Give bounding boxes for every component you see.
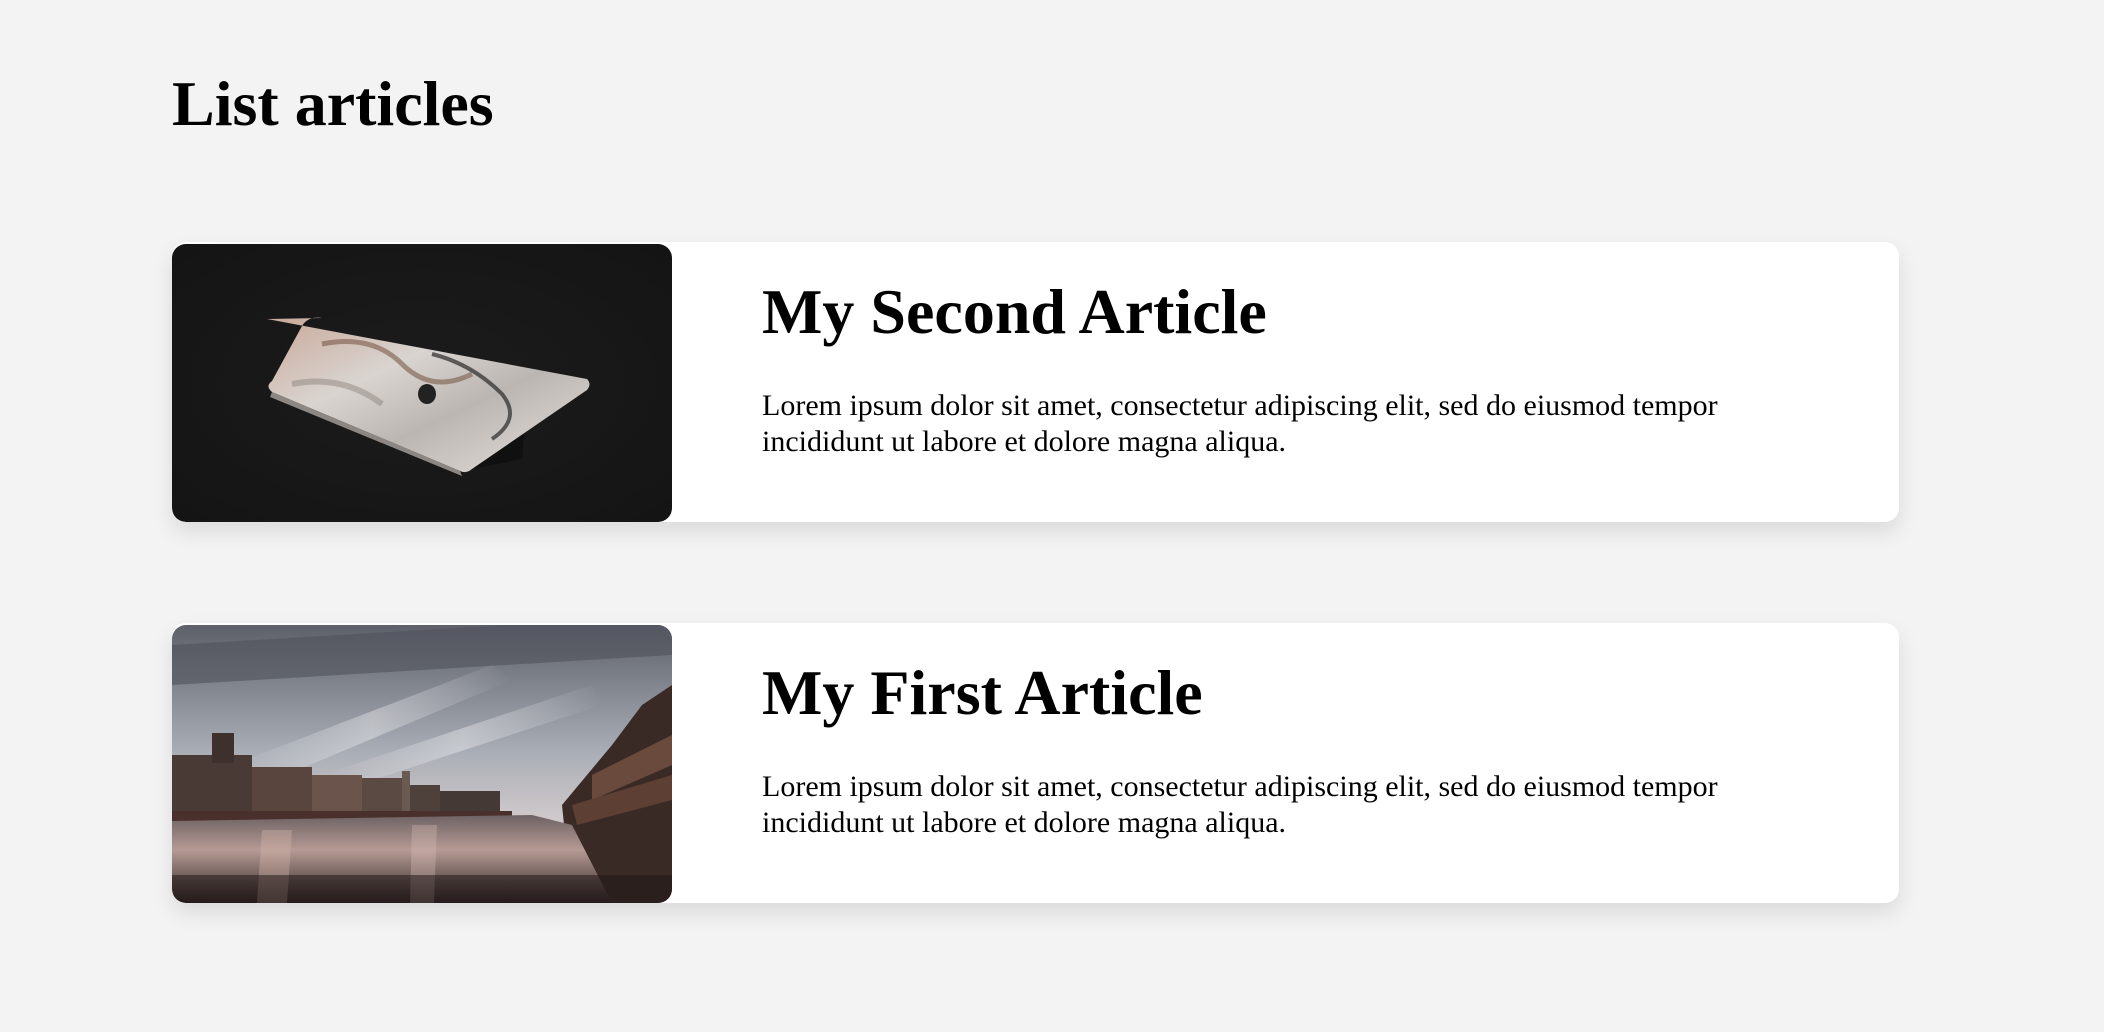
article-title[interactable]: My Second Article	[762, 270, 1267, 354]
article-thumbnail-river[interactable]	[172, 625, 672, 903]
laptop-photo	[172, 244, 672, 522]
article-excerpt: Lorem ipsum dolor sit amet, consectetur …	[762, 770, 1718, 839]
article-thumbnail-laptop[interactable]	[172, 244, 672, 522]
article-card[interactable]: My Second Article Lorem ipsum dolor sit …	[172, 242, 1899, 522]
article-title[interactable]: My First Article	[762, 651, 1203, 735]
page-title: List articles	[172, 68, 494, 139]
article-excerpt: Lorem ipsum dolor sit amet, consectetur …	[762, 389, 1718, 458]
river-city-photo	[172, 625, 672, 903]
article-card[interactable]: My First Article Lorem ipsum dolor sit a…	[172, 623, 1899, 903]
